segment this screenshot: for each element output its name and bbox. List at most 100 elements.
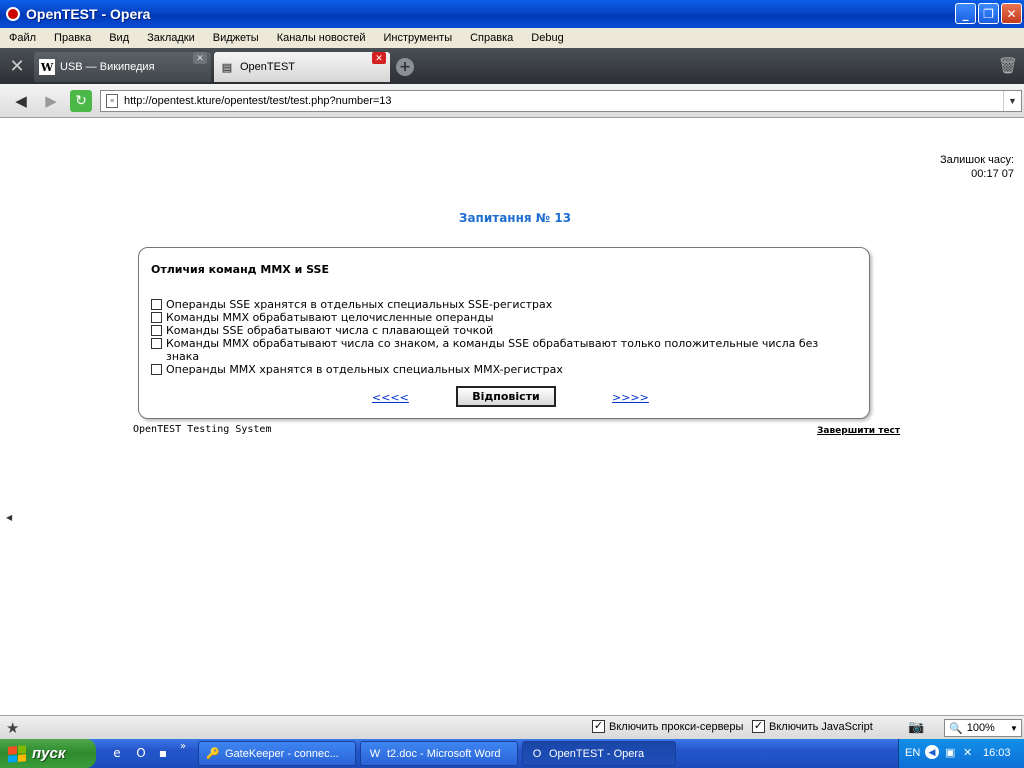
page-icon: ▤ — [221, 61, 233, 74]
task-gatekeeper[interactable]: 🔑 GateKeeper - connec... — [198, 741, 356, 766]
tools-icon[interactable]: ✕ — [4, 54, 30, 78]
menu-edit[interactable]: Правка — [45, 32, 100, 44]
option-item[interactable]: Команды MMX обрабатывают целочисленные о… — [151, 311, 851, 324]
answer-options: Операнды SSE хранятся в отдельных специа… — [151, 298, 851, 376]
save-icon[interactable]: ▪ — [154, 744, 172, 762]
option-checkbox[interactable] — [151, 325, 162, 336]
option-item[interactable]: Команды MMX обрабатывают числа со знаком… — [151, 337, 851, 363]
menu-tools[interactable]: Инструменты — [375, 32, 462, 44]
camera-icon[interactable]: 📷 — [908, 719, 924, 735]
chevron-down-icon[interactable]: ▼ — [1003, 91, 1021, 111]
menu-feeds[interactable]: Каналы новостей — [268, 32, 375, 44]
menu-bar: Файл Правка Вид Закладки Виджеты Каналы … — [0, 28, 1024, 48]
opera-icon[interactable]: O — [132, 744, 150, 762]
menu-widgets[interactable]: Виджеты — [204, 32, 268, 44]
option-checkbox[interactable] — [151, 312, 162, 323]
tab-bar: ✕ W USB — Википедия ✕ ▤ OpenTEST ✕ + 🗑 — [0, 48, 1024, 84]
opera-icon: O — [532, 747, 542, 760]
option-checkbox[interactable] — [151, 364, 162, 375]
address-toolbar: ◀ ▶ ↻ ≡ http://opentest.kture/opentest/t… — [0, 84, 1024, 118]
forward-icon[interactable]: ▶ — [40, 90, 62, 112]
task-label: t2.doc - Microsoft Word — [387, 747, 501, 760]
new-tab-icon[interactable]: + — [396, 58, 414, 76]
checkbox-checked-icon[interactable]: ✓ — [592, 720, 605, 733]
ie-icon[interactable]: e — [108, 744, 126, 762]
proxy-toggle[interactable]: ✓ Включить прокси-серверы — [592, 720, 743, 733]
title-bar: OpenTEST - Opera _ ❐ ✕ — [0, 0, 1024, 28]
chevron-left-icon[interactable]: ◀ — [925, 745, 939, 759]
page-icon: ≡ — [106, 94, 118, 108]
timer-value: 00:17 07 — [971, 168, 1014, 180]
status-bar: ★ ✓ Включить прокси-серверы ✓ Включить J… — [0, 715, 1024, 739]
trash-icon[interactable]: 🗑 — [998, 56, 1018, 75]
wikipedia-icon: W — [39, 59, 55, 75]
option-label: Команды MMX обрабатывают целочисленные о… — [166, 311, 494, 324]
finish-test-link[interactable]: Завершити тест — [817, 426, 900, 436]
taskbar: пуск e O ▪ » 🔑 GateKeeper - connec... W … — [0, 739, 1024, 768]
chevron-down-icon[interactable]: ▼ — [1007, 720, 1021, 736]
menu-debug[interactable]: Debug — [522, 32, 572, 44]
start-label: пуск — [32, 745, 66, 762]
window-title: OpenTEST - Opera — [26, 6, 151, 22]
back-icon[interactable]: ◀ — [10, 90, 32, 112]
system-tray: EN ◀ ▣ ✕ 16:03 — [898, 739, 1024, 768]
window-controls: _ ❐ ✕ — [955, 3, 1022, 24]
option-checkbox[interactable] — [151, 299, 162, 310]
option-item[interactable]: Команды SSE обрабатывают числа с плавающ… — [151, 324, 851, 337]
javascript-toggle[interactable]: ✓ Включить JavaScript — [752, 720, 873, 733]
close-tab-icon[interactable]: ✕ — [372, 52, 386, 64]
tab-label: USB — Википедия — [60, 61, 155, 73]
option-label: Команды SSE обрабатывают числа с плавающ… — [166, 324, 494, 337]
task-opera[interactable]: O OpenTEST - Opera — [522, 741, 676, 766]
javascript-label: Включить JavaScript — [769, 720, 873, 733]
task-word[interactable]: W t2.doc - Microsoft Word — [360, 741, 518, 766]
task-label: OpenTEST - Opera — [549, 747, 645, 760]
zoom-value: 100% — [966, 722, 995, 734]
close-tab-icon[interactable]: ✕ — [193, 52, 207, 64]
quicklaunch-more-icon[interactable]: » — [180, 741, 186, 752]
panel-toggle-icon[interactable]: ◀ — [6, 513, 12, 522]
search-icon: 🔍 — [949, 722, 963, 735]
page-content: ◀ Залишок часу: 00:17 07 Запитання № 13 … — [6, 119, 1024, 715]
tab-label: OpenTEST — [240, 61, 296, 73]
minimize-button[interactable]: _ — [955, 3, 976, 24]
clock: 16:03 — [983, 747, 1011, 759]
option-item[interactable]: Операнды MMX хранятся в отдельных специа… — [151, 363, 851, 376]
network-icon[interactable]: ▣ — [945, 746, 955, 759]
proxy-label: Включить прокси-серверы — [609, 720, 744, 733]
question-nav: <<<< Відповісти >>>> — [139, 386, 871, 408]
next-question-link[interactable]: >>>> — [612, 391, 649, 404]
menu-view[interactable]: Вид — [100, 32, 138, 44]
menu-file[interactable]: Файл — [0, 32, 45, 44]
tray-app-icon[interactable]: ✕ — [963, 746, 972, 759]
star-icon[interactable]: ★ — [6, 719, 19, 737]
time-remaining: Залишок часу: 00:17 07 — [940, 153, 1014, 181]
menu-bookmarks[interactable]: Закладки — [138, 32, 204, 44]
answer-button[interactable]: Відповісти — [456, 386, 556, 407]
checkbox-checked-icon[interactable]: ✓ — [752, 720, 765, 733]
option-checkbox[interactable] — [151, 338, 162, 349]
task-label: GateKeeper - connec... — [225, 747, 339, 760]
question-text: Отличия команд MMX и SSE — [151, 263, 329, 276]
timer-label: Залишок часу: — [939, 154, 1014, 166]
tab-opentest[interactable]: ▤ OpenTEST ✕ — [214, 52, 390, 82]
option-label: Команды MMX обрабатывают числа со знаком… — [166, 337, 819, 363]
tab-usb-wikipedia[interactable]: W USB — Википедия ✕ — [34, 52, 211, 82]
question-box: Отличия команд MMX и SSE Операнды SSE хр… — [138, 247, 870, 419]
url-text: http://opentest.kture/opentest/test/test… — [124, 95, 392, 107]
menu-help[interactable]: Справка — [461, 32, 522, 44]
address-input[interactable]: ≡ http://opentest.kture/opentest/test/te… — [100, 90, 1022, 112]
option-item[interactable]: Операнды SSE хранятся в отдельных специа… — [151, 298, 851, 311]
key-icon: 🔑 — [206, 748, 220, 760]
language-indicator[interactable]: EN — [905, 747, 920, 759]
system-name: OpenTEST Testing System — [133, 424, 272, 435]
reload-icon[interactable]: ↻ — [70, 90, 92, 112]
start-button[interactable]: пуск — [0, 739, 96, 768]
previous-question-link[interactable]: <<<< — [372, 391, 409, 404]
close-button[interactable]: ✕ — [1001, 3, 1022, 24]
word-icon: W — [369, 747, 381, 760]
option-label: Операнды SSE хранятся в отдельных специа… — [166, 298, 553, 311]
question-number: Запитання № 13 — [458, 211, 572, 225]
zoom-select[interactable]: 🔍 100% ▼ — [944, 719, 1022, 737]
maximize-button[interactable]: ❐ — [978, 3, 999, 24]
